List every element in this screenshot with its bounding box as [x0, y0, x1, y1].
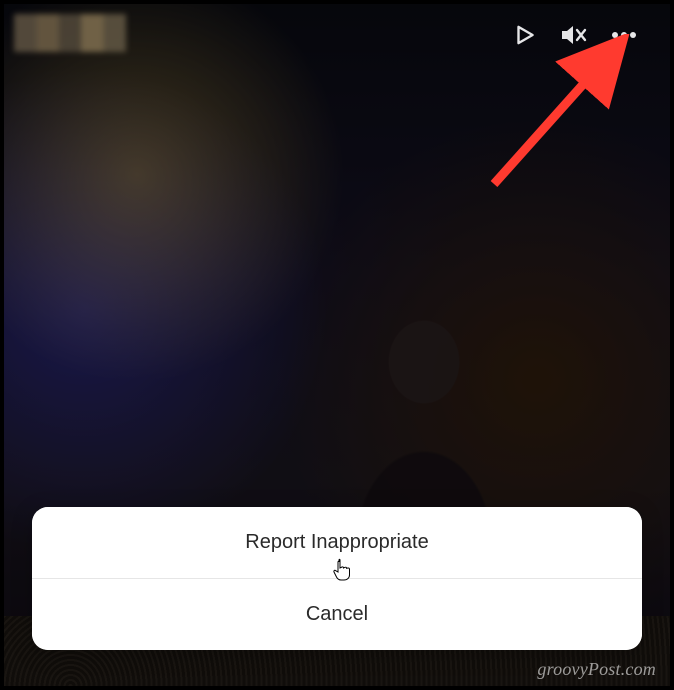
report-inappropriate-button[interactable]: Report Inappropriate	[32, 507, 642, 578]
action-sheet: Report Inappropriate Cancel	[32, 507, 642, 650]
more-options-icon[interactable]	[610, 22, 638, 48]
mute-icon[interactable]	[560, 22, 588, 48]
watermark-text: groovyPost.com	[537, 659, 656, 680]
video-player-frame: Report Inappropriate Cancel groovyPost.c…	[4, 4, 670, 686]
blurred-username-tag	[14, 14, 126, 52]
cancel-button[interactable]: Cancel	[32, 578, 642, 650]
video-top-controls	[512, 22, 638, 48]
play-icon[interactable]	[512, 22, 538, 48]
